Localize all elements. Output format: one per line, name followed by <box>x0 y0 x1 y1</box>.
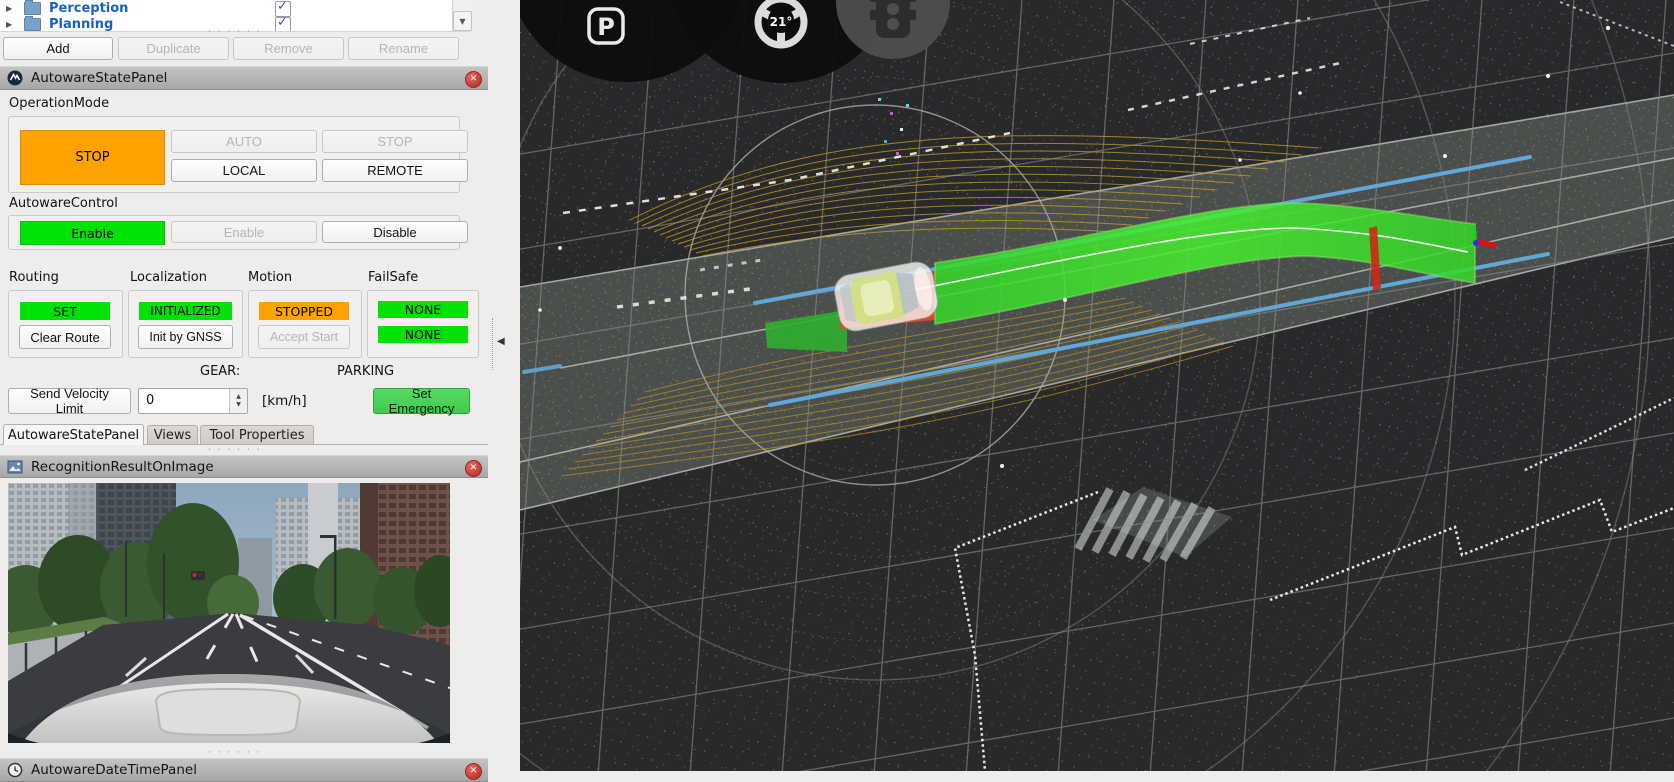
tree-item-perception[interactable]: ▶ Perception <box>0 0 471 16</box>
collapse-arrow-icon[interactable]: ◀ <box>497 336 505 347</box>
close-icon[interactable]: ✕ <box>465 763 482 780</box>
close-icon[interactable]: ✕ <box>465 460 482 477</box>
tree-item-label[interactable]: Perception <box>49 1 128 16</box>
localization-label: Localization <box>130 270 207 285</box>
velocity-limit-value[interactable]: 0 <box>146 393 154 408</box>
pane-splitter[interactable] <box>492 318 493 370</box>
panel-title: AutowareStatePanel <box>31 70 167 86</box>
left-dock-area: ▶ Perception ▶ Planning ▼ · · · · · · Ad… <box>0 0 520 771</box>
local-button[interactable]: LOCAL <box>171 159 317 182</box>
tree-item-label[interactable]: Planning <box>49 17 113 32</box>
planning-checkbox[interactable] <box>275 17 291 32</box>
folder-icon <box>24 18 41 31</box>
mrm-behavior: NONE <box>378 326 468 343</box>
rename-button: Rename <box>348 37 459 60</box>
remote-button[interactable]: REMOTE <box>322 159 468 182</box>
splitter-grip[interactable]: · · · · · · <box>208 447 261 453</box>
control-state: Enable <box>20 221 165 245</box>
close-icon[interactable]: ✕ <box>465 71 482 88</box>
duplicate-button: Duplicate <box>118 37 229 60</box>
kmh-unit-label: [km/h] <box>262 393 307 409</box>
scroll-down-button[interactable]: ▼ <box>453 11 472 31</box>
routing-state: SET <box>20 302 110 320</box>
mrm-state: NONE <box>378 301 468 318</box>
failsafe-label: FailSafe <box>368 270 418 285</box>
accept-start-button: Accept Start <box>258 325 350 349</box>
recognition-panel-titlebar[interactable]: RecognitionResultOnImage ✕ <box>0 455 488 478</box>
auto-button: AUTO <box>171 130 317 153</box>
init-by-gnss-button[interactable]: Init by GNSS <box>138 325 233 349</box>
panel-title: AutowareDateTimePanel <box>31 762 197 778</box>
tab-tool-properties[interactable]: Tool Properties <box>200 425 314 445</box>
clock-icon <box>7 762 23 778</box>
datetime-panel-titlebar[interactable]: AutowareDateTimePanel ✕ <box>0 758 488 782</box>
stop-button: STOP <box>322 130 468 153</box>
routing-label: Routing <box>9 270 59 285</box>
velocity-limit-spinbox[interactable]: 0 ▲▼ <box>138 388 248 414</box>
gear-label: GEAR: <box>200 364 240 379</box>
gear-overlay-label: P <box>597 13 615 41</box>
localization-state: INITIALIZED <box>139 302 232 320</box>
expand-arrow-icon[interactable]: ▶ <box>6 20 16 29</box>
remove-button: Remove <box>233 37 344 60</box>
enable-button: Enable <box>171 221 317 243</box>
motion-label: Motion <box>248 270 292 285</box>
rviz-3d-viewport[interactable]: P 21° <box>520 0 1674 771</box>
operation-mode-label: OperationMode <box>9 96 109 111</box>
steering-angle-value: 21° <box>770 15 793 29</box>
tab-views[interactable]: Views <box>147 425 198 445</box>
gear-value: PARKING <box>337 364 394 379</box>
clear-route-button[interactable]: Clear Route <box>19 325 111 349</box>
autoware-rviz-window: { "displays_tree": { "items": [ {"label"… <box>0 0 1674 771</box>
autoware-control-label: AutowareControl <box>9 196 118 211</box>
add-button[interactable]: Add <box>3 37 113 60</box>
panel-title: RecognitionResultOnImage <box>31 459 214 475</box>
camera-image <box>8 483 450 743</box>
folder-icon <box>24 2 41 15</box>
spinbox-arrows[interactable]: ▲▼ <box>229 389 247 413</box>
image-icon <box>7 459 23 475</box>
autoware-icon <box>7 70 23 86</box>
operation-mode-state: STOP <box>20 130 165 185</box>
send-velocity-limit-button[interactable]: Send Velocity Limit <box>8 388 131 414</box>
expand-arrow-icon[interactable]: ▶ <box>6 4 16 13</box>
motion-state: STOPPED <box>259 302 349 320</box>
state-panel-titlebar[interactable]: AutowareStatePanel ✕ <box>0 66 488 90</box>
disable-button[interactable]: Disable <box>322 221 468 243</box>
tab-autoware-state-panel[interactable]: AutowareStatePanel <box>3 424 144 445</box>
splitter-grip[interactable]: · · · · · · <box>208 29 261 35</box>
set-emergency-button[interactable]: Set Emergency <box>373 388 470 414</box>
splitter-grip[interactable]: · · · · · · <box>208 750 261 756</box>
